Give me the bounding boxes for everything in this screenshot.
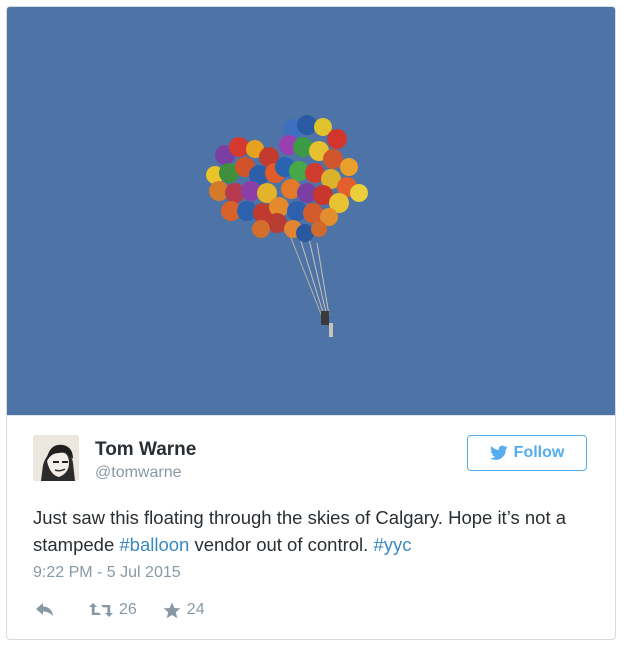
favorite-count: 24 xyxy=(186,601,205,618)
follow-button-label: Follow xyxy=(513,444,565,461)
twitter-bird-icon xyxy=(489,445,508,460)
hashtag-balloon[interactable]: #balloon xyxy=(119,534,189,555)
reply-icon xyxy=(36,603,53,616)
tweet-text-part-2: vendor out of control. xyxy=(189,534,374,555)
tweet-timestamp[interactable]: 9:22 PM - 5 Jul 2015 xyxy=(33,564,181,582)
tweet-text: Just saw this floating through the skies… xyxy=(33,504,593,558)
star-icon xyxy=(163,602,181,618)
balloon-cluster-image xyxy=(7,7,615,415)
favorite-button[interactable]: 24 xyxy=(163,601,205,619)
avatar[interactable] xyxy=(33,435,79,481)
retweet-count: 26 xyxy=(119,601,137,618)
follow-button[interactable]: Follow xyxy=(467,435,587,471)
tweet-card: Tom Warne @tomwarne Follow Just saw this… xyxy=(6,6,616,640)
photo-divider xyxy=(7,415,615,416)
avatar-portrait-icon xyxy=(33,435,79,481)
author-name[interactable]: Tom Warne xyxy=(95,439,196,461)
retweet-button[interactable]: 26 xyxy=(89,601,137,619)
tweet-photo[interactable] xyxy=(7,7,615,415)
retweet-icon xyxy=(89,603,113,617)
tweet-actions: 26 24 xyxy=(33,599,205,621)
author-handle[interactable]: @tomwarne xyxy=(95,464,182,482)
hashtag-yyc[interactable]: #yyc xyxy=(373,534,411,555)
reply-button[interactable] xyxy=(35,602,55,618)
